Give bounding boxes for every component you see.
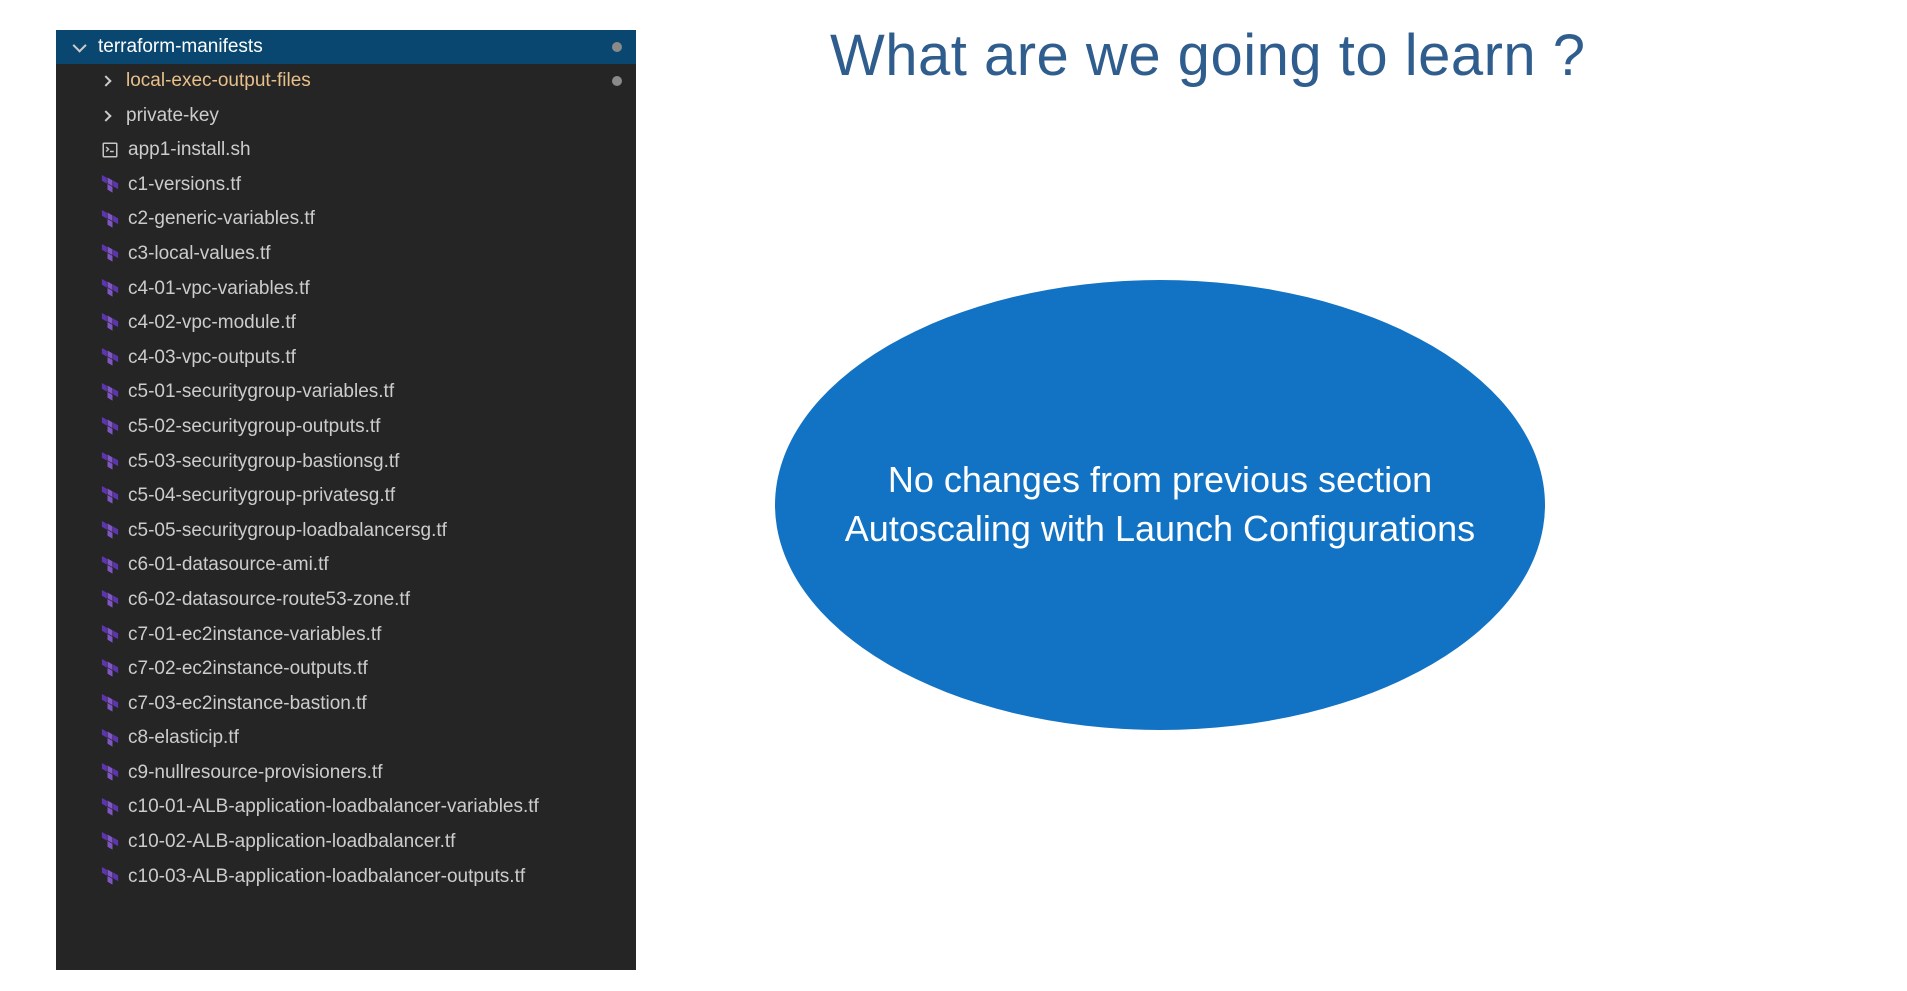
- terraform-icon: [100, 625, 120, 645]
- terraform-icon: [100, 417, 120, 437]
- file-item[interactable]: c10-03-ALB-application-loadbalancer-outp…: [56, 860, 636, 895]
- chevron-right-icon: [100, 110, 111, 121]
- chevron-down-icon: [73, 39, 87, 53]
- file-item[interactable]: c10-02-ALB-application-loadbalancer.tf: [56, 825, 636, 860]
- file-item[interactable]: c5-05-securitygroup-loadbalancersg.tf: [56, 514, 636, 549]
- file-label: c4-02-vpc-module.tf: [128, 310, 296, 337]
- terraform-icon: [100, 244, 120, 264]
- file-explorer-panel: terraform-manifests local-exec-output-fi…: [56, 30, 636, 970]
- file-item[interactable]: c10-01-ALB-application-loadbalancer-vari…: [56, 790, 636, 825]
- terraform-icon: [100, 313, 120, 333]
- file-label: c10-03-ALB-application-loadbalancer-outp…: [128, 864, 525, 891]
- terraform-icon: [100, 763, 120, 783]
- file-item[interactable]: c8-elasticip.tf: [56, 721, 636, 756]
- info-ellipse: No changes from previous section Autosca…: [775, 280, 1545, 730]
- terraform-icon: [100, 210, 120, 230]
- file-item[interactable]: c5-03-securitygroup-bastionsg.tf: [56, 445, 636, 480]
- file-label: c10-01-ALB-application-loadbalancer-vari…: [128, 794, 539, 821]
- file-label: c5-02-securitygroup-outputs.tf: [128, 414, 380, 441]
- terraform-icon: [100, 521, 120, 541]
- file-label: c5-03-securitygroup-bastionsg.tf: [128, 449, 399, 476]
- file-label: c10-02-ALB-application-loadbalancer.tf: [128, 829, 455, 856]
- file-label: c3-local-values.tf: [128, 241, 271, 268]
- file-item[interactable]: app1-install.sh: [56, 133, 636, 168]
- file-label: c7-01-ec2instance-variables.tf: [128, 622, 381, 649]
- file-item[interactable]: c3-local-values.tf: [56, 237, 636, 272]
- file-label: c8-elasticip.tf: [128, 725, 239, 752]
- folder-header-terraform-manifests[interactable]: terraform-manifests: [56, 30, 636, 64]
- terraform-icon: [100, 590, 120, 610]
- file-label: c5-05-securitygroup-loadbalancersg.tf: [128, 518, 447, 545]
- ellipse-text-line1: No changes from previous section: [845, 456, 1475, 505]
- file-item[interactable]: c7-02-ec2instance-outputs.tf: [56, 652, 636, 687]
- file-item[interactable]: c5-04-securitygroup-privatesg.tf: [56, 479, 636, 514]
- subfolder-label: private-key: [126, 103, 219, 130]
- terraform-icon: [100, 486, 120, 506]
- file-item[interactable]: c7-03-ec2instance-bastion.tf: [56, 687, 636, 722]
- file-item[interactable]: c5-01-securitygroup-variables.tf: [56, 375, 636, 410]
- chevron-right-icon: [100, 76, 111, 87]
- file-label: c7-03-ec2instance-bastion.tf: [128, 691, 367, 718]
- terraform-icon: [100, 383, 120, 403]
- ellipse-text-line2: Autoscaling with Launch Configurations: [845, 505, 1475, 554]
- file-label: c6-01-datasource-ami.tf: [128, 552, 329, 579]
- terraform-icon: [100, 694, 120, 714]
- file-item[interactable]: c6-02-datasource-route53-zone.tf: [56, 583, 636, 618]
- file-label: c4-01-vpc-variables.tf: [128, 276, 310, 303]
- file-item[interactable]: c5-02-securitygroup-outputs.tf: [56, 410, 636, 445]
- slide-heading: What are we going to learn ?: [830, 22, 1586, 89]
- shell-script-icon: [100, 140, 120, 160]
- file-label: c9-nullresource-provisioners.tf: [128, 760, 383, 787]
- file-label: c5-01-securitygroup-variables.tf: [128, 379, 394, 406]
- file-item[interactable]: c6-01-datasource-ami.tf: [56, 548, 636, 583]
- file-item[interactable]: c4-02-vpc-module.tf: [56, 306, 636, 341]
- file-item[interactable]: c4-03-vpc-outputs.tf: [56, 341, 636, 376]
- terraform-icon: [100, 175, 120, 195]
- subfolder-label: local-exec-output-files: [126, 68, 311, 95]
- folder-label: terraform-manifests: [98, 36, 263, 58]
- file-label: c6-02-datasource-route53-zone.tf: [128, 587, 410, 614]
- file-label: c7-02-ec2instance-outputs.tf: [128, 656, 368, 683]
- terraform-icon: [100, 798, 120, 818]
- terraform-icon: [100, 556, 120, 576]
- terraform-icon: [100, 279, 120, 299]
- terraform-icon: [100, 452, 120, 472]
- file-label: c4-03-vpc-outputs.tf: [128, 345, 296, 372]
- file-item[interactable]: c4-01-vpc-variables.tf: [56, 272, 636, 307]
- file-label: c2-generic-variables.tf: [128, 206, 315, 233]
- file-item[interactable]: c7-01-ec2instance-variables.tf: [56, 618, 636, 653]
- file-label: app1-install.sh: [128, 137, 251, 164]
- subfolder-item[interactable]: private-key: [56, 99, 636, 134]
- file-label: c1-versions.tf: [128, 172, 241, 199]
- modified-indicator-icon: [612, 76, 622, 86]
- terraform-icon: [100, 348, 120, 368]
- file-item[interactable]: c2-generic-variables.tf: [56, 202, 636, 237]
- file-label: c5-04-securitygroup-privatesg.tf: [128, 483, 395, 510]
- file-item[interactable]: c1-versions.tf: [56, 168, 636, 203]
- terraform-icon: [100, 867, 120, 887]
- file-item[interactable]: c9-nullresource-provisioners.tf: [56, 756, 636, 791]
- modified-indicator-icon: [612, 42, 622, 52]
- subfolder-item[interactable]: local-exec-output-files: [56, 64, 636, 99]
- terraform-icon: [100, 729, 120, 749]
- terraform-icon: [100, 659, 120, 679]
- terraform-icon: [100, 832, 120, 852]
